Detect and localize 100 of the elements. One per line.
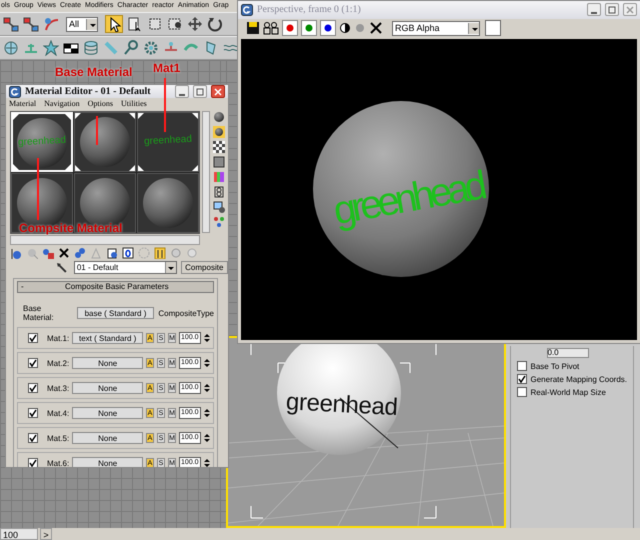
window-crossing-icon[interactable] (167, 16, 183, 32)
close-button[interactable] (211, 85, 225, 98)
spinner-icon[interactable] (204, 383, 210, 393)
get-material-icon[interactable] (10, 247, 22, 259)
spinner-icon[interactable] (204, 333, 210, 343)
checkmark-icon (29, 359, 37, 367)
base-material-button[interactable]: base ( Standard ) (76, 307, 154, 319)
menu-item[interactable]: Options (88, 98, 113, 110)
checkbox[interactable] (28, 458, 38, 467)
channel-toggle-button[interactable] (320, 20, 336, 36)
backlight-icon[interactable] (213, 126, 225, 138)
channel-toggle-button[interactable] (282, 20, 298, 36)
color-dots-icon[interactable] (213, 216, 225, 228)
menu-item[interactable]: Utilities (121, 98, 147, 110)
bind-icon[interactable] (43, 16, 59, 32)
material-button[interactable]: None (72, 357, 143, 369)
checkmark-icon (29, 409, 37, 417)
minimize-icon (179, 94, 185, 96)
field-label: Mat.1: (47, 334, 70, 342)
database-icon[interactable] (83, 40, 99, 56)
rotate-icon[interactable] (207, 16, 223, 32)
next-frame-button[interactable]: > (40, 528, 52, 540)
checkmark-icon (29, 384, 37, 392)
checkbox[interactable] (28, 383, 38, 393)
checkbox-label: Base To Pivot (530, 362, 580, 370)
field-label: Mat.6: (47, 458, 70, 467)
minimize-icon (591, 12, 597, 14)
clone-icon[interactable] (263, 21, 279, 36)
slot-text: greenhead (142, 133, 194, 148)
spinner-icon[interactable] (204, 458, 210, 467)
leader-line (96, 116, 98, 145)
select-by-name-icon[interactable] (127, 16, 143, 32)
material-type-button[interactable]: Composite (180, 261, 228, 274)
move-icon[interactable] (187, 16, 203, 32)
checkbox[interactable] (516, 361, 526, 371)
square-icon[interactable] (213, 156, 225, 168)
field-label: Mat.5: (47, 434, 70, 442)
field-label: CompositeType (158, 308, 214, 318)
material-button[interactable]: text ( Standard ) (72, 332, 143, 344)
spinner-icon[interactable] (204, 433, 210, 443)
spinner-icon[interactable] (204, 408, 210, 418)
unlink-icon[interactable] (23, 16, 39, 32)
color-bars-icon[interactable] (213, 171, 225, 183)
material-name-field[interactable]: 01 - Default (74, 261, 177, 274)
material-slot[interactable] (74, 173, 136, 233)
channel-dropdown[interactable]: RGB Alpha (392, 20, 480, 36)
channel-dot-icon (286, 24, 294, 32)
minimize-button[interactable] (175, 85, 189, 98)
material-slot[interactable] (137, 173, 199, 233)
close-icon (626, 6, 634, 14)
vertical-scrollbar[interactable] (202, 111, 210, 233)
checkbox[interactable] (28, 358, 38, 368)
rectangle-selection-icon[interactable] (147, 16, 163, 32)
sphere-preview-icon (141, 176, 195, 230)
star-icon[interactable] (43, 40, 59, 56)
magnifier-icon[interactable] (123, 40, 139, 56)
maximize-button[interactable] (193, 85, 207, 98)
slice-field[interactable]: 0.0 (546, 348, 588, 358)
channel-toggle-button[interactable] (301, 20, 317, 36)
annotation-text: Mat1 (153, 61, 180, 75)
checkbox[interactable] (516, 387, 526, 397)
window-title: Material Editor - 01 - Default (25, 86, 152, 97)
frame-counter: 100 (0, 528, 38, 540)
material-button[interactable]: None (72, 407, 143, 419)
monochrome-icon[interactable] (339, 22, 351, 34)
spinner-icon[interactable] (204, 358, 210, 368)
sphere-preview-icon (78, 115, 132, 169)
maximize-button[interactable] (605, 3, 619, 16)
save-icon[interactable] (246, 21, 260, 36)
menu-item[interactable]: Material (9, 98, 36, 110)
delete-icon[interactable] (58, 247, 70, 259)
selection-filter-dropdown[interactable]: All (66, 16, 98, 32)
material-slot[interactable] (74, 112, 136, 172)
annotation-text: Base Material (55, 65, 132, 79)
clear-icon[interactable] (369, 21, 383, 36)
effects-channel-icon[interactable] (122, 247, 134, 259)
checkbox[interactable] (516, 374, 526, 384)
field-label: Base Material: (23, 304, 55, 322)
menu-item[interactable]: Navigation (44, 98, 80, 110)
material-button[interactable]: None (72, 382, 143, 394)
material-slot[interactable] (11, 173, 73, 233)
color-swatch[interactable] (485, 20, 501, 36)
material-button[interactable]: None (72, 457, 143, 467)
material-button[interactable]: None (72, 432, 143, 444)
checker-icon[interactable] (213, 141, 225, 153)
sphere-preview-icon (15, 116, 69, 170)
link-icon[interactable] (3, 16, 19, 32)
channel-dot-icon (305, 24, 313, 32)
checkbox[interactable] (28, 433, 38, 443)
leader-line (164, 78, 166, 132)
sample-sphere-icon[interactable] (213, 111, 225, 123)
gear-icon[interactable] (143, 40, 159, 56)
rollout-header[interactable]: - Composite Basic Parameters (17, 281, 214, 293)
checkbox[interactable] (28, 408, 38, 418)
leader-line (37, 158, 39, 220)
minimize-button[interactable] (587, 3, 601, 16)
perspective-viewport[interactable]: greenhead (226, 336, 506, 528)
checkbox[interactable] (28, 333, 38, 343)
horizontal-scrollbar[interactable] (10, 235, 200, 245)
sphere-icon[interactable] (3, 40, 19, 56)
